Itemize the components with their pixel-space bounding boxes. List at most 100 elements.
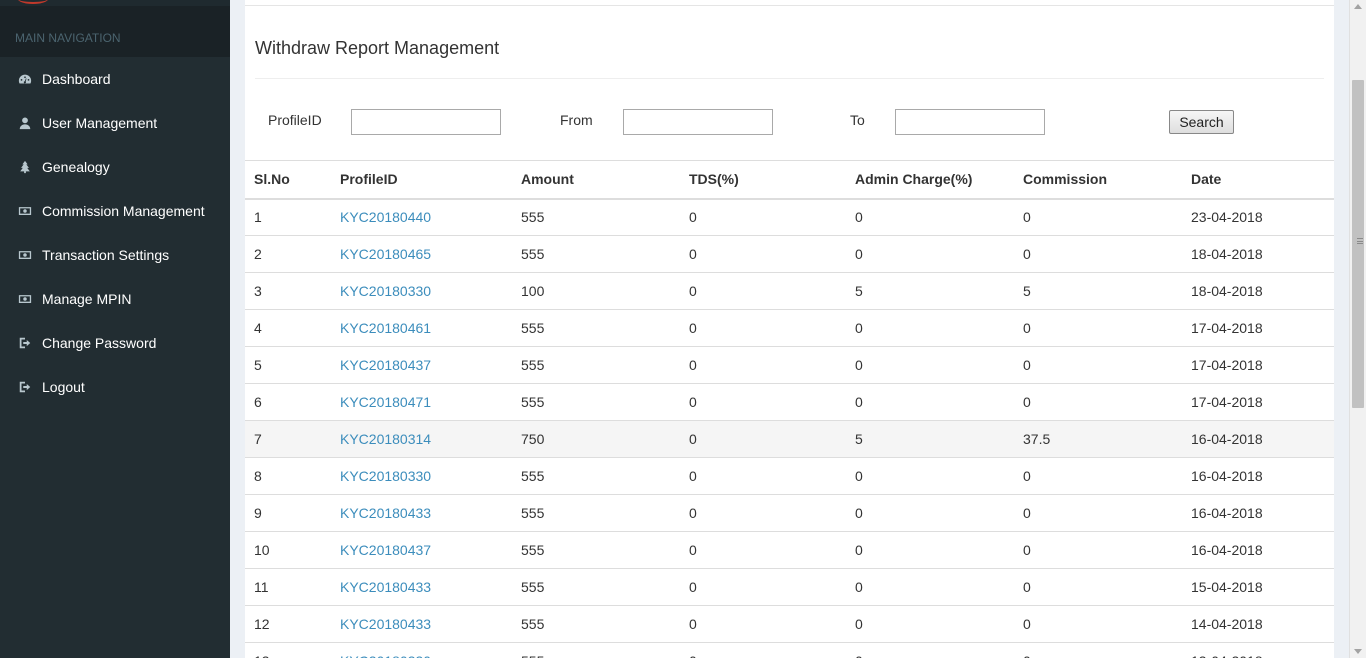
page-scrollbar[interactable] <box>1349 0 1366 658</box>
money-icon <box>18 204 32 218</box>
cell-date: 17-04-2018 <box>1182 346 1334 384</box>
cell-tds: 0 <box>680 568 846 606</box>
cell-profileid: KYC20180437 <box>331 531 512 569</box>
sidebar-item-label: User Management <box>42 115 158 131</box>
nav-header: MAIN NAVIGATION <box>0 6 230 57</box>
sidebar-item-manage-mpin[interactable]: Manage MPIN <box>0 277 230 321</box>
cell-commission: 37.5 <box>1014 420 1182 458</box>
profile-link[interactable]: KYC20180465 <box>340 246 431 262</box>
cell-profileid: KYC20180465 <box>331 235 512 273</box>
cell-amount: 555 <box>512 494 680 532</box>
table-row: 8 KYC20180330 555 0 0 0 16-04-2018 <box>245 457 1334 495</box>
cell-admin-charge: 0 <box>846 642 1014 658</box>
column-header-admin-charge: Admin Charge(%) <box>846 160 1014 200</box>
cell-profileid: KYC20180314 <box>331 420 512 458</box>
cell-profileid: KYC20180471 <box>331 383 512 421</box>
cell-commission: 0 <box>1014 235 1182 273</box>
table-row: 13KYC2018033055500013-04-2018 <box>245 642 1334 658</box>
scrollbar-thumb[interactable] <box>1352 80 1364 408</box>
cell-admin-charge: 5 <box>846 420 1014 458</box>
cell-tds: 0 <box>680 235 846 273</box>
cell-commission: 0 <box>1014 642 1182 658</box>
dashboard-icon <box>18 72 32 86</box>
cell-commission: 0 <box>1014 605 1182 643</box>
column-header-profileid: ProfileID <box>331 160 512 200</box>
cell-commission: 5 <box>1014 272 1182 310</box>
profile-link[interactable]: KYC20180471 <box>340 394 431 410</box>
table-row: 3 KYC20180330 100 0 5 5 18-04-2018 <box>245 272 1334 310</box>
cell-admin-charge: 0 <box>846 235 1014 273</box>
cell-tds: 0 <box>680 198 846 236</box>
profile-link[interactable]: KYC20180433 <box>340 616 431 632</box>
from-date-input[interactable] <box>623 109 773 135</box>
cell-profileid: KYC20180330 <box>331 642 512 658</box>
table-row: 11 KYC20180433 555 0 0 0 15-04-2018 <box>245 568 1334 606</box>
sidebar-item-commission-management[interactable]: Commission Management <box>0 189 230 233</box>
search-button[interactable]: Search <box>1169 110 1234 134</box>
sidebar-item-label: Dashboard <box>42 71 111 87</box>
cell-tds: 0 <box>680 642 846 658</box>
cell-tds: 0 <box>680 531 846 569</box>
cell-slno: 9 <box>245 494 331 532</box>
cell-tds: 0 <box>680 383 846 421</box>
cell-amount: 100 <box>512 272 680 310</box>
scroll-up-arrow-icon[interactable] <box>1354 4 1362 9</box>
cell-tds: 0 <box>680 346 846 384</box>
cell-profileid: KYC20180433 <box>331 605 512 643</box>
scroll-down-arrow-icon[interactable] <box>1354 649 1362 654</box>
cell-slno: 11 <box>245 568 331 606</box>
sidebar-item-label: Manage MPIN <box>42 291 132 307</box>
profile-link[interactable]: KYC20180330 <box>340 653 431 658</box>
cell-admin-charge: 0 <box>846 605 1014 643</box>
cell-slno: 1 <box>245 198 331 236</box>
withdraw-report-table: Sl.No ProfileID Amount TDS(%) Admin Char… <box>245 160 1334 658</box>
table-body: 1 KYC20180440 555 0 0 0 23-04-2018 2 KYC20180465… <box>245 198 1334 658</box>
profile-link[interactable]: KYC20180330 <box>340 468 431 484</box>
cell-date: 13-04-2018 <box>1182 642 1334 658</box>
cell-amount: 555 <box>512 346 680 384</box>
money-icon <box>18 248 32 262</box>
cell-tds: 0 <box>680 309 846 347</box>
profile-link[interactable]: KYC20180433 <box>340 505 431 521</box>
cell-admin-charge: 0 <box>846 198 1014 236</box>
cell-profileid: KYC20180461 <box>331 309 512 347</box>
sidebar-item-dashboard[interactable]: Dashboard <box>0 57 230 101</box>
profileid-input[interactable] <box>351 109 501 135</box>
cell-slno: 7 <box>245 420 331 458</box>
profile-link[interactable]: KYC20180461 <box>340 320 431 336</box>
profile-link[interactable]: KYC20180437 <box>340 357 431 373</box>
cell-slno: 12 <box>245 605 331 643</box>
column-header-slno: Sl.No <box>245 160 331 200</box>
cell-commission: 0 <box>1014 383 1182 421</box>
profile-link[interactable]: KYC20180440 <box>340 209 431 225</box>
cell-date: 16-04-2018 <box>1182 457 1334 495</box>
profile-link[interactable]: KYC20180314 <box>340 431 431 447</box>
cell-tds: 0 <box>680 457 846 495</box>
column-header-date: Date <box>1182 160 1334 200</box>
sidebar-item-genealogy[interactable]: Genealogy <box>0 145 230 189</box>
sign-out-icon <box>18 380 32 394</box>
cell-amount: 555 <box>512 605 680 643</box>
cell-amount: 555 <box>512 642 680 658</box>
cell-admin-charge: 0 <box>846 383 1014 421</box>
sidebar-menu: Dashboard User Management Genealogy Comm… <box>0 57 230 409</box>
table-row: 7 KYC20180314 750 0 5 37.5 16-04-2018 <box>245 420 1334 458</box>
cell-slno: 3 <box>245 272 331 310</box>
sidebar-item-change-password[interactable]: Change Password <box>0 321 230 365</box>
cell-amount: 555 <box>512 309 680 347</box>
to-date-input[interactable] <box>895 109 1045 135</box>
sidebar-item-user-management[interactable]: User Management <box>0 101 230 145</box>
cell-tds: 0 <box>680 605 846 643</box>
cell-amount: 555 <box>512 457 680 495</box>
profile-link[interactable]: KYC20180330 <box>340 283 431 299</box>
sidebar-item-logout[interactable]: Logout <box>0 365 230 409</box>
profile-link[interactable]: KYC20180437 <box>340 542 431 558</box>
table-row: 5 KYC20180437 555 0 0 0 17-04-2018 <box>245 346 1334 384</box>
sidebar-item-transaction-settings[interactable]: Transaction Settings <box>0 233 230 277</box>
cell-admin-charge: 0 <box>846 568 1014 606</box>
cell-slno: 4 <box>245 309 331 347</box>
cell-slno: 10 <box>245 531 331 569</box>
table-row: 10 KYC20180437 555 0 0 0 16-04-2018 <box>245 531 1334 569</box>
profile-link[interactable]: KYC20180433 <box>340 579 431 595</box>
cell-slno: 5 <box>245 346 331 384</box>
